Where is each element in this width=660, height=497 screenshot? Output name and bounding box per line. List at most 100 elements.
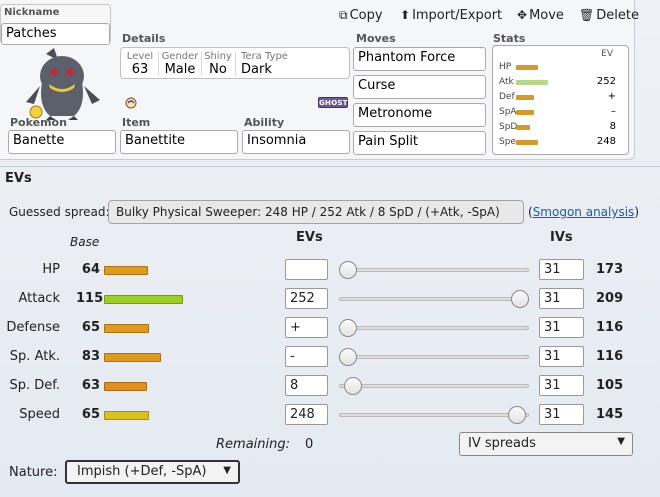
tera-label: Tera Type <box>241 51 288 62</box>
divider <box>235 52 236 76</box>
stats-summary-button[interactable]: EV HP Atk 252 Def + SpA – SpD 8 Spe 248 <box>492 45 629 155</box>
banette-sprite <box>26 48 100 120</box>
nature-select[interactable]: Impish (+Def, -SpA) ▼ <box>65 460 240 484</box>
stat-summary-ev: – <box>611 106 616 117</box>
remaining-label: Remaining: <box>216 437 290 452</box>
ev-slider-thumb[interactable] <box>339 319 357 337</box>
ivs-column-header: IVs <box>550 230 573 245</box>
smogon-analysis-link[interactable]: Smogon analysis <box>533 205 635 219</box>
upload-icon: ⬆ <box>400 8 411 22</box>
stat-summary-bar <box>516 65 538 70</box>
stat-summary-bar <box>516 140 538 145</box>
iv-spreads-select[interactable]: IV spreads ▼ <box>459 432 633 456</box>
stat-summary-ev: 248 <box>596 136 616 147</box>
tera-value: Dark <box>241 62 272 77</box>
move-button[interactable]: ✥ Move <box>517 8 564 23</box>
ev-input[interactable]: 8 <box>285 375 328 396</box>
stat-total: 145 <box>596 407 624 422</box>
stat-summary-name: Spe <box>499 137 516 147</box>
move-4-input[interactable]: Pain Split <box>353 131 486 155</box>
ev-slider-thumb[interactable] <box>344 377 363 395</box>
stat-total: 116 <box>596 320 624 335</box>
stat-summary-row: Def + <box>493 91 628 105</box>
ev-input[interactable]: + <box>285 317 328 338</box>
shiny-value: No <box>209 62 227 77</box>
stat-summary-name: SpA <box>499 107 517 117</box>
stat-summary-row: SpD 8 <box>493 121 628 135</box>
details-label: Details <box>122 32 166 45</box>
evs-section-title: EVs <box>0 166 660 188</box>
ev-input[interactable]: 252 <box>285 288 328 309</box>
gender-label: Gender <box>161 51 199 62</box>
gender-value: Male <box>164 62 196 77</box>
stat-base-bar <box>104 411 149 420</box>
stat-summary-ev: + <box>607 91 616 102</box>
item-icon <box>125 97 137 109</box>
move-3-input[interactable]: Metronome <box>353 103 486 127</box>
iv-input[interactable]: 31 <box>539 259 584 280</box>
nickname-input[interactable]: Patches <box>1 23 110 45</box>
stat-summary-bar <box>516 110 534 115</box>
base-column-header: Base <box>70 235 100 249</box>
stat-summary-row: Spe 248 <box>493 136 628 150</box>
stat-total: 116 <box>596 349 624 364</box>
iv-input[interactable]: 31 <box>539 317 584 338</box>
move-2-input[interactable]: Curse <box>353 75 486 99</box>
stat-name: Sp. Atk. <box>9 349 60 364</box>
ability-input[interactable]: Insomnia <box>242 130 350 154</box>
ev-slider-track[interactable] <box>339 297 529 301</box>
ev-slider-track[interactable] <box>339 355 529 359</box>
moves-label: Moves <box>356 32 396 45</box>
stat-summary-ev: 252 <box>596 76 616 87</box>
iv-input[interactable]: 31 <box>539 404 584 425</box>
copy-button[interactable]: ⧉ Copy <box>339 8 383 23</box>
ev-slider-track[interactable] <box>339 384 529 388</box>
ev-slider-thumb[interactable] <box>511 290 529 308</box>
import-export-button[interactable]: ⬆ Import/Export <box>400 8 502 23</box>
stat-summary-row: SpA – <box>493 106 628 120</box>
ev-slider-track[interactable] <box>339 413 529 417</box>
stat-base-bar <box>104 295 183 304</box>
delete-button[interactable]: 🗑 Delete <box>579 8 639 23</box>
ability-label: Ability <box>244 116 285 129</box>
pokemon-label: Pokemon <box>10 116 67 129</box>
move-1-input[interactable]: Phantom Force <box>353 47 486 71</box>
iv-input[interactable]: 31 <box>539 288 584 309</box>
ev-slider-track[interactable] <box>339 326 529 330</box>
ev-slider-track[interactable] <box>339 268 529 272</box>
stat-base-value: 63 <box>81 378 100 393</box>
stat-base-bar <box>104 353 161 362</box>
set-card: Nickname Patches ⧉ Copy ⬆ Import/Export ✥ M… <box>0 0 639 160</box>
nature-label: Nature: <box>9 465 58 480</box>
ev-input[interactable]: 248 <box>285 404 328 425</box>
item-input[interactable]: Banettite <box>120 130 238 154</box>
guessed-spread-button[interactable]: Bulky Physical Sweeper: 248 HP / 252 Atk… <box>108 200 524 224</box>
ghost-type-badge: GHOST <box>318 97 348 108</box>
stat-summary-ev: 8 <box>609 121 616 132</box>
pokemon-input[interactable]: Banette <box>8 130 116 154</box>
ev-input[interactable] <box>285 259 328 280</box>
shiny-cell: Shiny No <box>203 51 233 77</box>
stat-name: Attack <box>18 291 60 306</box>
divider <box>158 52 159 76</box>
stat-summary-row: HP <box>493 61 628 75</box>
stat-name: HP <box>42 262 60 277</box>
ev-slider-thumb[interactable] <box>339 261 357 279</box>
nickname-group: Nickname Patches <box>0 4 111 45</box>
level-cell: Level 63 <box>125 51 155 77</box>
stats-label: Stats <box>493 32 526 45</box>
iv-input[interactable]: 31 <box>539 346 584 367</box>
stat-base-bar <box>104 382 147 391</box>
tera-cell: Tera Type Dark <box>237 51 297 77</box>
details-box[interactable]: Level 63 Gender Male Shiny No Tera Type … <box>120 47 350 79</box>
stat-base-bar <box>104 324 149 333</box>
chevron-down-icon: ▼ <box>223 465 231 476</box>
ev-slider-thumb[interactable] <box>339 348 357 366</box>
stat-name: Sp. Def. <box>9 378 60 393</box>
stat-summary-name: HP <box>499 62 512 72</box>
ev-slider-thumb[interactable] <box>508 406 527 424</box>
stat-summary-bar <box>516 80 548 85</box>
stat-summary-name: SpD <box>499 122 518 132</box>
ev-input[interactable]: - <box>285 346 328 367</box>
iv-input[interactable]: 31 <box>539 375 584 396</box>
